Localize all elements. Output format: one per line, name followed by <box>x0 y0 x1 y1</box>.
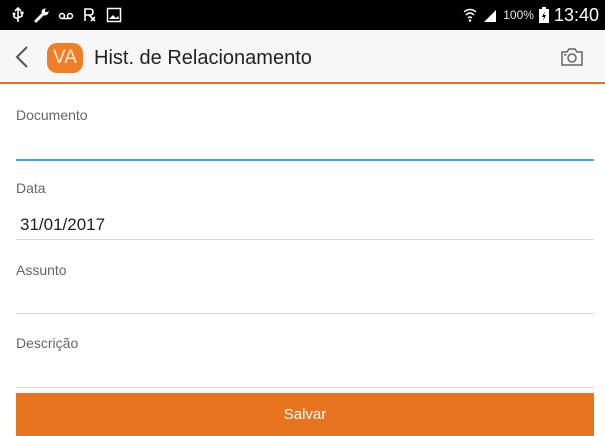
image-icon <box>106 7 122 23</box>
descricao-field[interactable] <box>16 358 594 388</box>
status-bar: 100% 13:40 <box>0 0 605 30</box>
clock: 13:40 <box>553 4 599 25</box>
back-chevron-icon[interactable] <box>10 43 34 71</box>
wifi-icon <box>463 8 477 22</box>
battery-percent: 100% <box>503 8 534 22</box>
descricao-label: Descrição <box>16 335 79 351</box>
avatar: VA <box>47 43 83 73</box>
signal-icon <box>484 10 497 22</box>
data-field[interactable] <box>16 210 594 240</box>
camera-icon[interactable] <box>561 48 583 66</box>
wrench-icon <box>34 8 49 23</box>
data-label: Data <box>16 180 46 196</box>
status-right-icons: 100% 13:40 <box>463 5 599 25</box>
assunto-label: Assunto <box>16 262 67 278</box>
usb-icon <box>12 7 24 22</box>
status-left-icons <box>10 7 122 23</box>
save-button[interactable]: Salvar <box>16 393 594 436</box>
documento-field[interactable] <box>16 131 594 161</box>
page-title: Hist. de Relacionamento <box>94 47 312 69</box>
app-bar: VA Hist. de Relacionamento <box>0 30 605 84</box>
rx-icon <box>84 8 96 22</box>
assunto-field[interactable] <box>16 284 594 314</box>
battery-icon <box>538 7 549 23</box>
documento-label: Documento <box>16 107 88 123</box>
voicemail-icon <box>58 12 74 20</box>
